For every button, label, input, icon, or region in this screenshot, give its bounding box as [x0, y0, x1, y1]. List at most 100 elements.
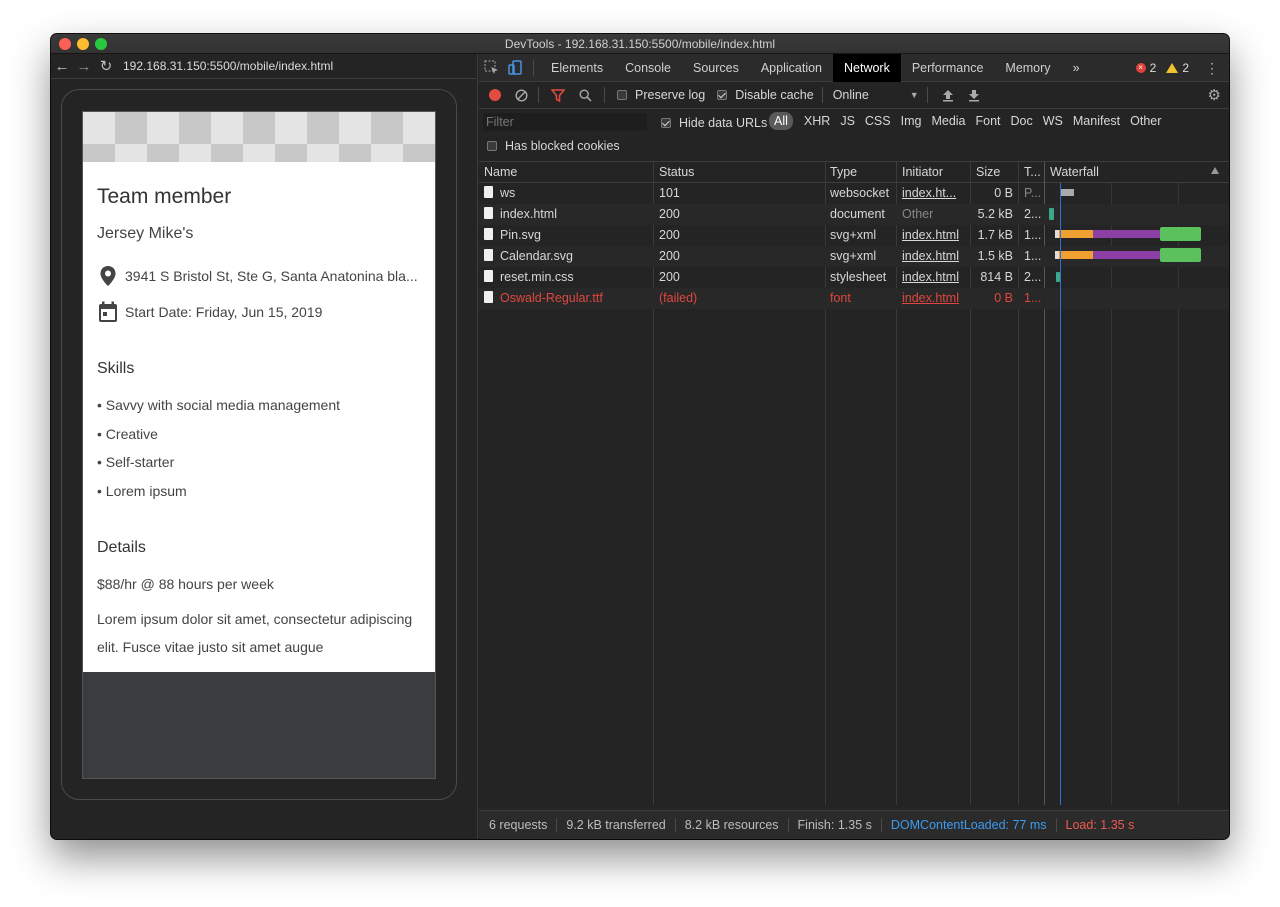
devtools-panel: Elements Console Sources Application Net…	[479, 53, 1229, 839]
request-type: font	[830, 291, 851, 305]
hide-data-urls-toggle[interactable]: Hide data URLs	[661, 116, 767, 130]
location-pin-icon	[97, 265, 119, 287]
skill-item: • Savvy with social media management	[97, 397, 341, 413]
filter-type-img[interactable]: Img	[896, 112, 927, 130]
filter-type-css[interactable]: CSS	[860, 112, 896, 130]
filter-type-all[interactable]: All	[769, 112, 793, 130]
column-name[interactable]: Name	[479, 162, 517, 183]
disable-cache-checkbox[interactable]	[717, 90, 728, 100]
device-screen: Team member Jersey Mike's 3941 S Bristol…	[82, 111, 436, 779]
device-preview-pane: ← → ↻ 192.168.31.150:5500/mobile/index.h…	[51, 54, 478, 839]
filter-type-js[interactable]: JS	[835, 112, 860, 130]
tab-elements[interactable]: Elements	[540, 54, 614, 82]
record-button[interactable]	[489, 89, 501, 101]
resources-size: 8.2 kB resources	[684, 818, 779, 832]
table-row[interactable]: Pin.svg 200 svg+xml index.html 1.7 kB 1.…	[479, 225, 1229, 246]
window-titlebar: DevTools - 192.168.31.150:5500/mobile/in…	[51, 34, 1229, 54]
tab-memory[interactable]: Memory	[994, 54, 1061, 82]
import-har-icon[interactable]	[942, 89, 954, 102]
request-time: 2...	[1024, 270, 1042, 284]
filter-type-font[interactable]: Font	[971, 112, 1006, 130]
minimize-window-button[interactable]	[77, 38, 89, 50]
filter-bar: Hide data URLs All XHR JS CSS Img Media …	[479, 109, 1229, 162]
request-initiator[interactable]: index.html	[897, 225, 970, 246]
hide-data-urls-checkbox[interactable]	[661, 118, 671, 128]
zoom-window-button[interactable]	[95, 38, 107, 50]
tab-sources[interactable]: Sources	[682, 54, 750, 82]
request-time: P...	[1024, 186, 1042, 200]
device-toolbar-icon[interactable]	[503, 54, 527, 82]
table-row[interactable]: index.html 200 document Other 5.2 kB 2..…	[479, 204, 1229, 225]
request-name: reset.min.css	[500, 270, 574, 284]
close-window-button[interactable]	[59, 38, 71, 50]
load-time: Load: 1.35 s	[1065, 818, 1135, 832]
clear-icon[interactable]	[515, 88, 528, 102]
network-status-bar: 6 requests 9.2 kB transferred 8.2 kB res…	[479, 810, 1229, 839]
request-initiator[interactable]: index.html	[897, 267, 970, 288]
column-waterfall[interactable]: Waterfall	[1045, 162, 1099, 183]
file-icon	[484, 270, 493, 282]
request-time: 1...	[1024, 249, 1042, 263]
blocked-cookies-toggle[interactable]: Has blocked cookies	[487, 139, 620, 153]
settings-gear-icon[interactable]: ⚙	[1208, 86, 1221, 104]
tab-performance[interactable]: Performance	[901, 54, 995, 82]
hero-image-placeholder	[83, 112, 435, 162]
calendar-icon	[97, 301, 119, 323]
column-initiator[interactable]: Initiator	[897, 162, 943, 183]
start-date-text: Start Date: Friday, Jun 15, 2019	[125, 304, 323, 320]
request-initiator[interactable]: index.html	[897, 288, 970, 309]
column-type[interactable]: Type	[825, 162, 857, 183]
table-row[interactable]: Calendar.svg 200 svg+xml index.html 1.5 …	[479, 246, 1229, 267]
back-arrow-icon[interactable]: ←	[51, 55, 73, 77]
tab-console[interactable]: Console	[614, 54, 682, 82]
throttling-select[interactable]: Online ▼	[833, 88, 919, 102]
blocked-cookies-checkbox[interactable]	[487, 141, 497, 151]
request-initiator[interactable]: index.ht...	[897, 183, 970, 204]
preserve-log-checkbox[interactable]	[617, 90, 627, 100]
disable-cache-toggle[interactable]: Disable cache	[717, 88, 814, 102]
column-size[interactable]: Size	[971, 162, 1000, 183]
request-name: Calendar.svg	[500, 249, 573, 263]
resource-type-filters: All XHR JS CSS Img Media Font Doc WS Man…	[769, 112, 1166, 130]
waterfall-bar-receive	[1160, 248, 1201, 262]
filter-type-manifest[interactable]: Manifest	[1068, 112, 1125, 130]
forward-arrow-icon[interactable]: →	[73, 55, 95, 77]
svg-file-icon	[484, 249, 493, 261]
filter-input[interactable]	[483, 113, 647, 131]
file-icon	[484, 291, 493, 303]
inspect-element-icon[interactable]	[479, 54, 503, 82]
tab-application[interactable]: Application	[750, 54, 833, 82]
dropdown-caret-icon: ▼	[909, 90, 919, 100]
start-date-row: Start Date: Friday, Jun 15, 2019	[97, 301, 322, 323]
filter-type-xhr[interactable]: XHR	[799, 112, 835, 130]
filter-funnel-icon[interactable]	[551, 88, 565, 102]
preview-url[interactable]: 192.168.31.150:5500/mobile/index.html	[123, 59, 333, 73]
table-row[interactable]: ws 101 websocket index.ht... 0 B P...	[479, 183, 1229, 204]
filter-type-ws[interactable]: WS	[1038, 112, 1068, 130]
table-row[interactable]: Oswald-Regular.ttf (failed) font index.h…	[479, 288, 1229, 309]
column-status[interactable]: Status	[654, 162, 694, 183]
search-icon[interactable]	[579, 88, 592, 102]
address-text: 3941 S Bristol St, Ste G, Santa Anatonin…	[125, 268, 418, 284]
filter-type-media[interactable]: Media	[926, 112, 970, 130]
finish-time: Finish: 1.35 s	[797, 818, 872, 832]
rate-text: $88/hr @ 88 hours per week	[97, 576, 274, 592]
warning-count: 2	[1182, 61, 1189, 75]
kebab-menu-icon[interactable]: ⋮	[1205, 60, 1219, 77]
window-title: DevTools - 192.168.31.150:5500/mobile/in…	[504, 37, 776, 51]
export-har-icon[interactable]	[968, 89, 980, 102]
preserve-log-toggle[interactable]: Preserve log	[617, 88, 705, 102]
filter-type-doc[interactable]: Doc	[1006, 112, 1038, 130]
reload-icon[interactable]: ↻	[95, 55, 117, 77]
issue-badges[interactable]: × 2 2	[1135, 54, 1189, 82]
request-name: index.html	[500, 207, 557, 221]
toolbar-separator	[821, 87, 823, 103]
column-time[interactable]: T...	[1019, 162, 1041, 183]
request-type: stylesheet	[830, 270, 887, 284]
table-row[interactable]: reset.min.css 200 stylesheet index.html …	[479, 267, 1229, 288]
filter-type-other[interactable]: Other	[1125, 112, 1166, 130]
tab-network[interactable]: Network	[833, 53, 901, 82]
request-initiator[interactable]: index.html	[897, 246, 970, 267]
more-tabs-button[interactable]: »	[1062, 54, 1091, 82]
disable-cache-label: Disable cache	[735, 88, 814, 102]
